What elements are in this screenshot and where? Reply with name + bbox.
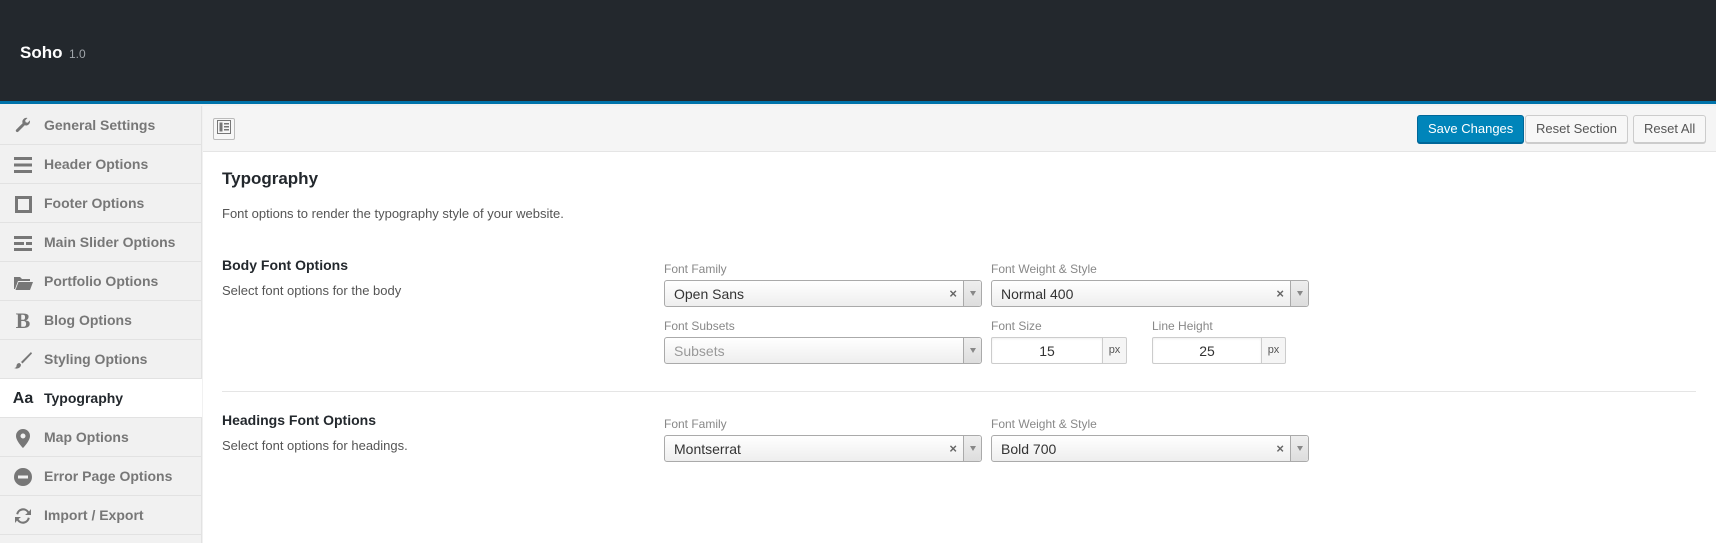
- sidebar-item-blog-options[interactable]: B Blog Options: [0, 301, 201, 340]
- sidebar-item-label: Error Page Options: [44, 468, 173, 484]
- brush-icon: [12, 350, 34, 370]
- headings-font-weight-label: Font Weight & Style: [991, 417, 1097, 431]
- line-height-input[interactable]: [1152, 337, 1262, 364]
- reset-section-button[interactable]: Reset Section: [1525, 115, 1628, 143]
- select-value: Bold 700: [1001, 441, 1057, 457]
- sidebar-item-typography[interactable]: Aa Typography: [0, 379, 202, 418]
- sidebar-item-label: Map Options: [44, 429, 129, 445]
- select-value: Montserrat: [674, 441, 741, 457]
- bars-icon: [12, 155, 34, 175]
- chevron-down-icon[interactable]: [963, 338, 981, 363]
- font-size-input[interactable]: [991, 337, 1103, 364]
- sidebar-item-label: Typography: [44, 390, 124, 406]
- body-line-height-group: px: [1152, 337, 1286, 364]
- section-description: Font options to render the typography st…: [222, 206, 564, 221]
- toolbar: Save Changes Reset Section Reset All: [203, 106, 1716, 152]
- sidebar-item-map-options[interactable]: Map Options: [0, 418, 201, 457]
- top-bar: Soho 1.0: [0, 0, 1716, 104]
- sidebar-item-label: Blog Options: [44, 312, 132, 328]
- clear-icon[interactable]: ×: [1276, 286, 1284, 301]
- sidebar-item-error-page-options[interactable]: Error Page Options: [0, 457, 201, 496]
- sidebar-item-main-slider-options[interactable]: Main Slider Options: [0, 223, 201, 262]
- sidebar-item-label: Footer Options: [44, 195, 145, 211]
- minus-circle-icon: [12, 467, 34, 487]
- save-changes-button[interactable]: Save Changes: [1417, 115, 1525, 143]
- body-font-title: Body Font Options: [222, 257, 348, 273]
- refresh-icon: [12, 506, 34, 526]
- brand-title: Soho: [20, 43, 63, 62]
- sidebar-item-label: Header Options: [44, 156, 149, 172]
- body-font-family-select[interactable]: Open Sans ×: [664, 280, 982, 307]
- sidebar-item-header-options[interactable]: Header Options: [0, 145, 201, 184]
- layout-icon: [217, 119, 231, 139]
- body-font-family-label: Font Family: [664, 262, 727, 276]
- sidebar-item-label: Styling Options: [44, 351, 148, 367]
- select-placeholder: Subsets: [674, 343, 725, 359]
- headings-font-title: Headings Font Options: [222, 412, 376, 428]
- body-font-size-label: Font Size: [991, 319, 1042, 333]
- sidebar-item-import-export[interactable]: Import / Export: [0, 496, 201, 535]
- reset-all-button[interactable]: Reset All: [1633, 115, 1707, 143]
- body-font-subsets-select[interactable]: Subsets: [664, 337, 982, 364]
- font-aa-icon: Aa: [12, 390, 34, 407]
- body-line-height-label: Line Height: [1152, 319, 1213, 333]
- sidebar-item-label: Portfolio Options: [44, 273, 159, 289]
- sidebar-item-footer-options[interactable]: Footer Options: [0, 184, 201, 223]
- square-icon: [12, 194, 34, 214]
- sidebar-item-portfolio-options[interactable]: Portfolio Options: [0, 262, 201, 301]
- sidebar-item-styling-options[interactable]: Styling Options: [0, 340, 201, 379]
- section-title: Typography: [222, 169, 319, 188]
- main-content: Save Changes Reset Section Reset All Typ…: [203, 106, 1716, 543]
- expand-options-button[interactable]: [213, 118, 235, 140]
- unit-label: px: [1103, 337, 1127, 364]
- chevron-down-icon[interactable]: [963, 281, 981, 306]
- chevron-down-icon[interactable]: [1290, 281, 1308, 306]
- slider-icon: [12, 233, 34, 253]
- folder-open-icon: [12, 272, 34, 292]
- bold-b-icon: B: [15, 308, 31, 333]
- headings-font-family-label: Font Family: [664, 417, 727, 431]
- wrench-icon: [12, 116, 34, 136]
- chevron-down-icon[interactable]: [963, 436, 981, 461]
- section-divider: [222, 391, 1696, 392]
- select-value: Normal 400: [1001, 286, 1074, 302]
- sidebar-item-label: Import / Export: [44, 507, 144, 523]
- headings-font-family-select[interactable]: Montserrat ×: [664, 435, 982, 462]
- body-font-size-group: px: [991, 337, 1127, 364]
- map-marker-icon: [12, 428, 34, 448]
- chevron-down-icon[interactable]: [1290, 436, 1308, 461]
- body-font-weight-select[interactable]: Normal 400 ×: [991, 280, 1309, 307]
- headings-font-weight-select[interactable]: Bold 700 ×: [991, 435, 1309, 462]
- select-value: Open Sans: [674, 286, 745, 302]
- clear-icon[interactable]: ×: [949, 441, 957, 456]
- version-label: 1.0: [69, 47, 86, 61]
- sidebar: General Settings Header Options Footer O…: [0, 106, 202, 543]
- sidebar-item-label: Main Slider Options: [44, 234, 176, 250]
- clear-icon[interactable]: ×: [1276, 441, 1284, 456]
- body-font-subsets-label: Font Subsets: [664, 319, 735, 333]
- sidebar-item-label: General Settings: [44, 117, 156, 133]
- sidebar-item-general-settings[interactable]: General Settings: [0, 106, 201, 145]
- body-font-description: Select font options for the body: [222, 283, 402, 298]
- headings-font-description: Select font options for headings.: [222, 438, 408, 453]
- unit-label: px: [1262, 337, 1286, 364]
- clear-icon[interactable]: ×: [949, 286, 957, 301]
- body-font-weight-label: Font Weight & Style: [991, 262, 1097, 276]
